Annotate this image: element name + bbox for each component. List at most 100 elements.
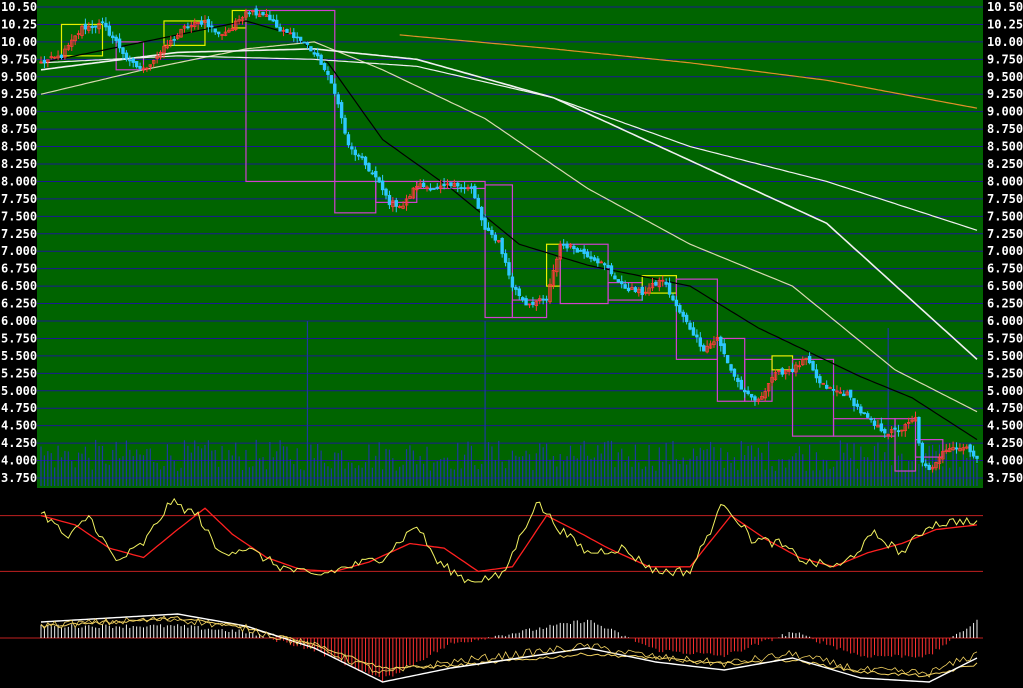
candle-body [572, 245, 576, 249]
y-tick-label-left: 6.750 [1, 262, 37, 276]
candle-body [896, 430, 901, 433]
y-tick-label-right: 5.250 [987, 366, 1023, 380]
candle-body [739, 379, 743, 390]
candle-body [746, 390, 750, 395]
candle-body [370, 172, 375, 175]
candle-body [855, 403, 860, 407]
candle-body [640, 286, 644, 296]
candle-body [623, 284, 627, 289]
candle-body [213, 28, 217, 33]
candle-body [298, 36, 303, 41]
candle-body [316, 52, 320, 57]
y-tick-label-right: 6.750 [987, 262, 1023, 276]
candle-body [671, 295, 675, 301]
candle-body [199, 20, 204, 25]
candle-body [869, 418, 873, 421]
candle-body [859, 406, 863, 414]
candle-body [753, 396, 757, 401]
candle-body [247, 12, 252, 15]
y-tick-label-left: 9.000 [1, 105, 37, 119]
candle-body [698, 337, 702, 347]
candle-body [486, 227, 491, 231]
candle-body [510, 276, 515, 288]
candle-body [394, 200, 398, 207]
candle-body [363, 156, 368, 166]
y-tick-label-right: 10.25 [987, 17, 1023, 31]
candle-body [319, 54, 323, 65]
candle-body [736, 377, 740, 382]
candle-body [336, 94, 340, 105]
y-tick-label-left: 7.000 [1, 244, 37, 258]
candle-body [695, 334, 699, 338]
y-tick-label-right: 7.750 [987, 192, 1023, 206]
candle-body [684, 314, 689, 323]
candle-body [865, 413, 870, 418]
candle-body [862, 412, 866, 415]
candle-body [459, 187, 463, 189]
candle-body [702, 345, 706, 352]
candle-body [302, 41, 306, 44]
candle-body [592, 257, 597, 261]
candle-body [606, 264, 610, 268]
y-tick-label-right: 4.750 [987, 401, 1023, 415]
candle-body [473, 185, 477, 199]
y-tick-label-right: 10.50 [987, 0, 1023, 14]
y-tick-label-right: 4.000 [987, 454, 1023, 468]
candle-body [883, 429, 887, 434]
candle-body [609, 265, 614, 275]
candle-body [722, 343, 726, 355]
candle-body [749, 393, 754, 398]
y-tick-label-right: 9.250 [987, 87, 1023, 101]
stock-chart[interactable]: 10.50 10.25 10.00 9.750 9.500 9.250 9.000 8.750… [0, 0, 1023, 688]
y-tick-label-left: 5.000 [1, 384, 37, 398]
y-tick-label-right: 4.500 [987, 419, 1023, 433]
candle-body [476, 197, 480, 209]
y-tick-label-right: 6.250 [987, 297, 1023, 311]
candle-body [691, 327, 696, 336]
candle-body [852, 398, 856, 407]
candle-body [206, 19, 211, 28]
y-tick-label-left: 9.250 [1, 87, 37, 101]
y-tick-label-right: 8.250 [987, 157, 1023, 171]
y-tick-label-right: 5.500 [987, 349, 1023, 363]
candle-body [879, 423, 884, 432]
candle-body [456, 182, 460, 187]
candle-body [384, 188, 388, 196]
candle-body [790, 368, 795, 373]
y-tick-label-left: 9.750 [1, 52, 37, 66]
candle-body [924, 463, 928, 467]
candle-body [432, 188, 436, 190]
candle-body [780, 368, 784, 375]
candle-body [278, 26, 282, 32]
candle-body [295, 36, 299, 39]
y-tick-label-left: 8.750 [1, 122, 37, 136]
candle-body [585, 251, 590, 258]
candle-body [353, 149, 357, 156]
candle-body [329, 75, 334, 84]
candle-body [544, 298, 549, 301]
candle-body [520, 297, 525, 301]
candle-body [633, 287, 638, 292]
y-tick-label-left: 3.750 [1, 471, 37, 485]
candle-body [374, 170, 378, 178]
candle-body [186, 26, 190, 29]
candle-body [462, 187, 467, 190]
candle-body [917, 416, 921, 444]
candle-body [725, 355, 730, 364]
candle-body [128, 59, 132, 62]
candle-body [339, 102, 344, 119]
y-tick-label-left: 4.750 [1, 401, 37, 415]
candle-body [367, 163, 371, 172]
candle-body [350, 146, 354, 150]
candle-body [927, 464, 931, 470]
candle-body [93, 25, 98, 28]
candle-body [275, 19, 279, 28]
candle-body [589, 256, 593, 259]
y-tick-label-right: 9.000 [987, 105, 1023, 119]
y-tick-label-left: 10.50 [1, 0, 37, 14]
candle-body [59, 54, 64, 59]
candle-body [483, 217, 487, 230]
y-tick-label-left: 4.000 [1, 454, 37, 468]
candle-body [435, 186, 439, 189]
y-tick-label-right: 7.250 [987, 227, 1023, 241]
